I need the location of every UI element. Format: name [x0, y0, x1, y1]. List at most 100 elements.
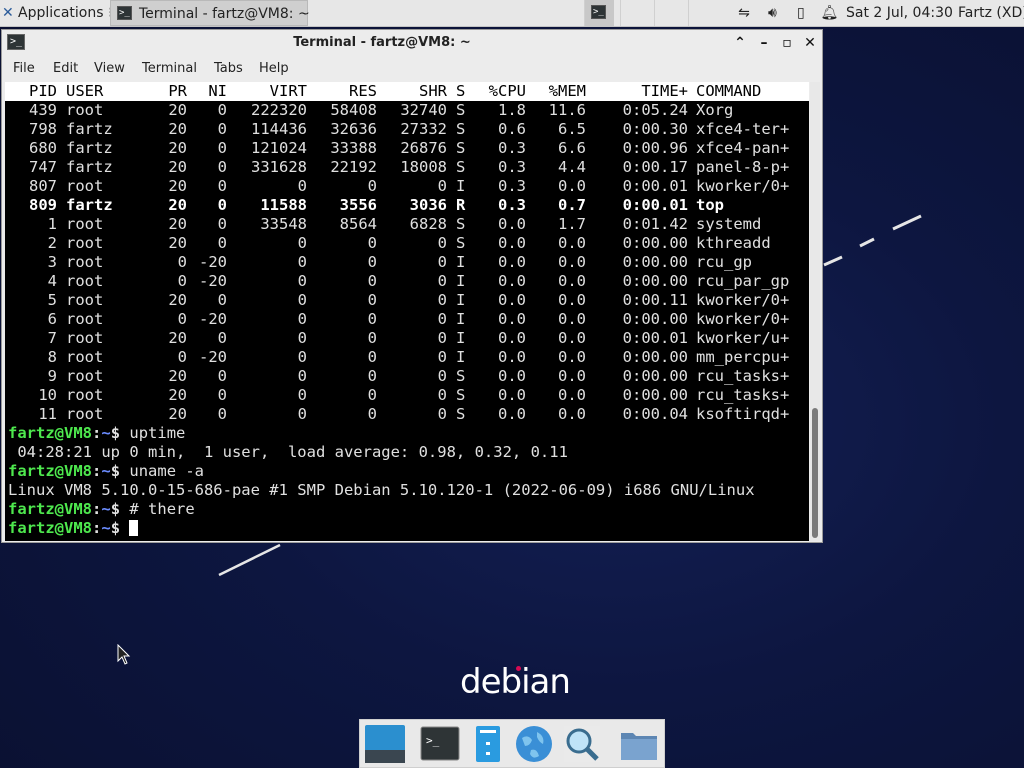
col-shr: 26876: [400, 139, 447, 157]
col-mem: 0.7: [558, 196, 586, 214]
workspace-4[interactable]: [688, 0, 718, 26]
col-state: I: [456, 329, 466, 347]
col-shr: 6828: [409, 215, 447, 233]
workspace-2[interactable]: [620, 0, 650, 26]
header-col-virt: VIRT: [269, 82, 307, 100]
process-row: 747 fartz 20 0 331628 22192 18008 S 0.3 4.4 0:00.1…: [5, 158, 809, 177]
app-finder-icon[interactable]: [561, 724, 603, 764]
taskbar-terminal-button[interactable]: >_ Terminal - fartz@VM8: ~: [110, 0, 310, 26]
col-pid: 7: [47, 329, 57, 347]
menu-view[interactable]: View: [94, 57, 125, 81]
col-shr: 0: [437, 329, 447, 347]
process-row: 11 root 20 0 0 0 0 S 0.0 0.0 0:00.04 ksoftirqd+: [5, 405, 809, 424]
col-cpu: 0.0: [498, 272, 526, 290]
battery-icon[interactable]: ▯: [789, 0, 813, 26]
mouse-pointer-icon: [117, 644, 131, 665]
col-virt: 33548: [260, 215, 307, 233]
process-row: 798 fartz 20 0 114436 32636 27332 S 0.6 6.5 0:00.3…: [5, 120, 809, 139]
menu-tabs[interactable]: Tabs: [214, 57, 243, 81]
header-col-ni: NI: [208, 82, 227, 100]
col-cpu: 0.0: [498, 253, 526, 271]
col-pid: 8: [47, 348, 57, 366]
prompt-symbol: $: [110, 424, 121, 442]
col-cpu: 0.0: [498, 215, 526, 233]
col-mem: 0.0: [558, 348, 586, 366]
terminal-output[interactable]: PID USER PR NI VIRT RES SHR S %CPU %MEM TIME+ COMMA…: [5, 82, 809, 541]
col-pid: 809: [29, 196, 57, 214]
shell-command-line: fartz@VM8:~$ uptime: [8, 424, 185, 443]
network-icon[interactable]: ⇋: [732, 0, 756, 26]
window-title: Terminal - fartz@VM8: ~: [293, 35, 471, 50]
shell-command-line: fartz@VM8:~$: [8, 519, 139, 538]
col-state: I: [456, 348, 466, 366]
terminal-icon[interactable]: >_: [419, 724, 461, 764]
maximize-button[interactable]: ▫: [776, 33, 798, 53]
col-shr: 0: [437, 310, 447, 328]
col-state: S: [456, 215, 466, 233]
col-state: S: [456, 405, 466, 423]
col-shr: 0: [437, 253, 447, 271]
menu-terminal[interactable]: Terminal: [142, 57, 197, 81]
col-command: mm_percpu+: [696, 348, 790, 366]
col-ni: 0: [217, 196, 227, 214]
menu-help[interactable]: Help: [259, 57, 289, 81]
col-ni: 0: [217, 120, 227, 138]
clock[interactable]: Sat 2 Jul, 04:30: [846, 0, 953, 26]
header-col-res: RES: [349, 82, 377, 100]
col-res: 0: [367, 386, 377, 404]
applications-menu[interactable]: ✕ Applications ⁝: [2, 0, 112, 26]
menu-bar: File Edit View Terminal Tabs Help: [2, 57, 822, 81]
col-pr: 20: [168, 234, 187, 252]
minimize-button[interactable]: –: [753, 33, 775, 53]
shade-button[interactable]: ⌃: [729, 33, 751, 53]
file-manager-icon[interactable]: [468, 724, 510, 764]
col-time: 0:01.42: [622, 215, 688, 233]
col-ni: 0: [217, 291, 227, 309]
col-virt: 11588: [260, 196, 307, 214]
col-res: 0: [367, 234, 377, 252]
menu-file[interactable]: File: [13, 57, 35, 81]
close-button[interactable]: ✕: [799, 33, 821, 53]
col-time: 0:00.00: [622, 367, 688, 385]
prompt-symbol: $: [110, 462, 121, 480]
col-cpu: 0.3: [498, 196, 526, 214]
workspace-1[interactable]: >_: [584, 0, 614, 26]
scrollbar-thumb[interactable]: [812, 408, 818, 538]
volume-icon[interactable]: 🔊︎: [760, 0, 784, 26]
col-shr: 0: [437, 405, 447, 423]
col-res: 22192: [330, 158, 377, 176]
notification-bell-icon[interactable]: 🔔︎: [817, 0, 841, 26]
process-row: 10 root 20 0 0 0 0 S 0.0 0.0 0:00.00 rcu_tasks+: [5, 386, 809, 405]
command-text: uname -a: [120, 462, 205, 480]
col-res: 8564: [339, 215, 377, 233]
col-state: I: [456, 272, 466, 290]
col-ni: 0: [217, 139, 227, 157]
debian-logo-dot: [516, 666, 521, 671]
col-command: xfce4-pan+: [696, 139, 790, 157]
col-mem: 0.0: [558, 405, 586, 423]
col-res: 0: [367, 253, 377, 271]
col-pid: 2: [47, 234, 57, 252]
menu-edit[interactable]: Edit: [53, 57, 78, 81]
folder-icon[interactable]: [618, 724, 660, 764]
workspace-3[interactable]: [654, 0, 684, 26]
header-col-cpu: %CPU: [488, 82, 526, 100]
col-command: systemd: [696, 215, 762, 233]
col-cpu: 1.8: [498, 101, 526, 119]
col-pr: 20: [168, 177, 187, 195]
col-virt: 0: [297, 405, 307, 423]
col-mem: 0.0: [558, 234, 586, 252]
col-user: root: [66, 177, 104, 195]
col-user: root: [66, 348, 104, 366]
col-time: 0:00.30: [622, 120, 688, 138]
col-state: S: [456, 234, 466, 252]
show-desktop-icon[interactable]: [364, 724, 406, 764]
col-cpu: 0.3: [498, 177, 526, 195]
terminal-scrollbar[interactable]: [810, 82, 820, 541]
window-titlebar[interactable]: >_ Terminal - fartz@VM8: ~ ⌃ – ▫ ✕: [2, 30, 822, 56]
col-ni: -20: [199, 348, 227, 366]
col-cpu: 0.0: [498, 405, 526, 423]
web-browser-icon[interactable]: [513, 724, 555, 764]
user-menu[interactable]: Fartz (XD): [958, 0, 1024, 26]
col-state: S: [456, 120, 466, 138]
